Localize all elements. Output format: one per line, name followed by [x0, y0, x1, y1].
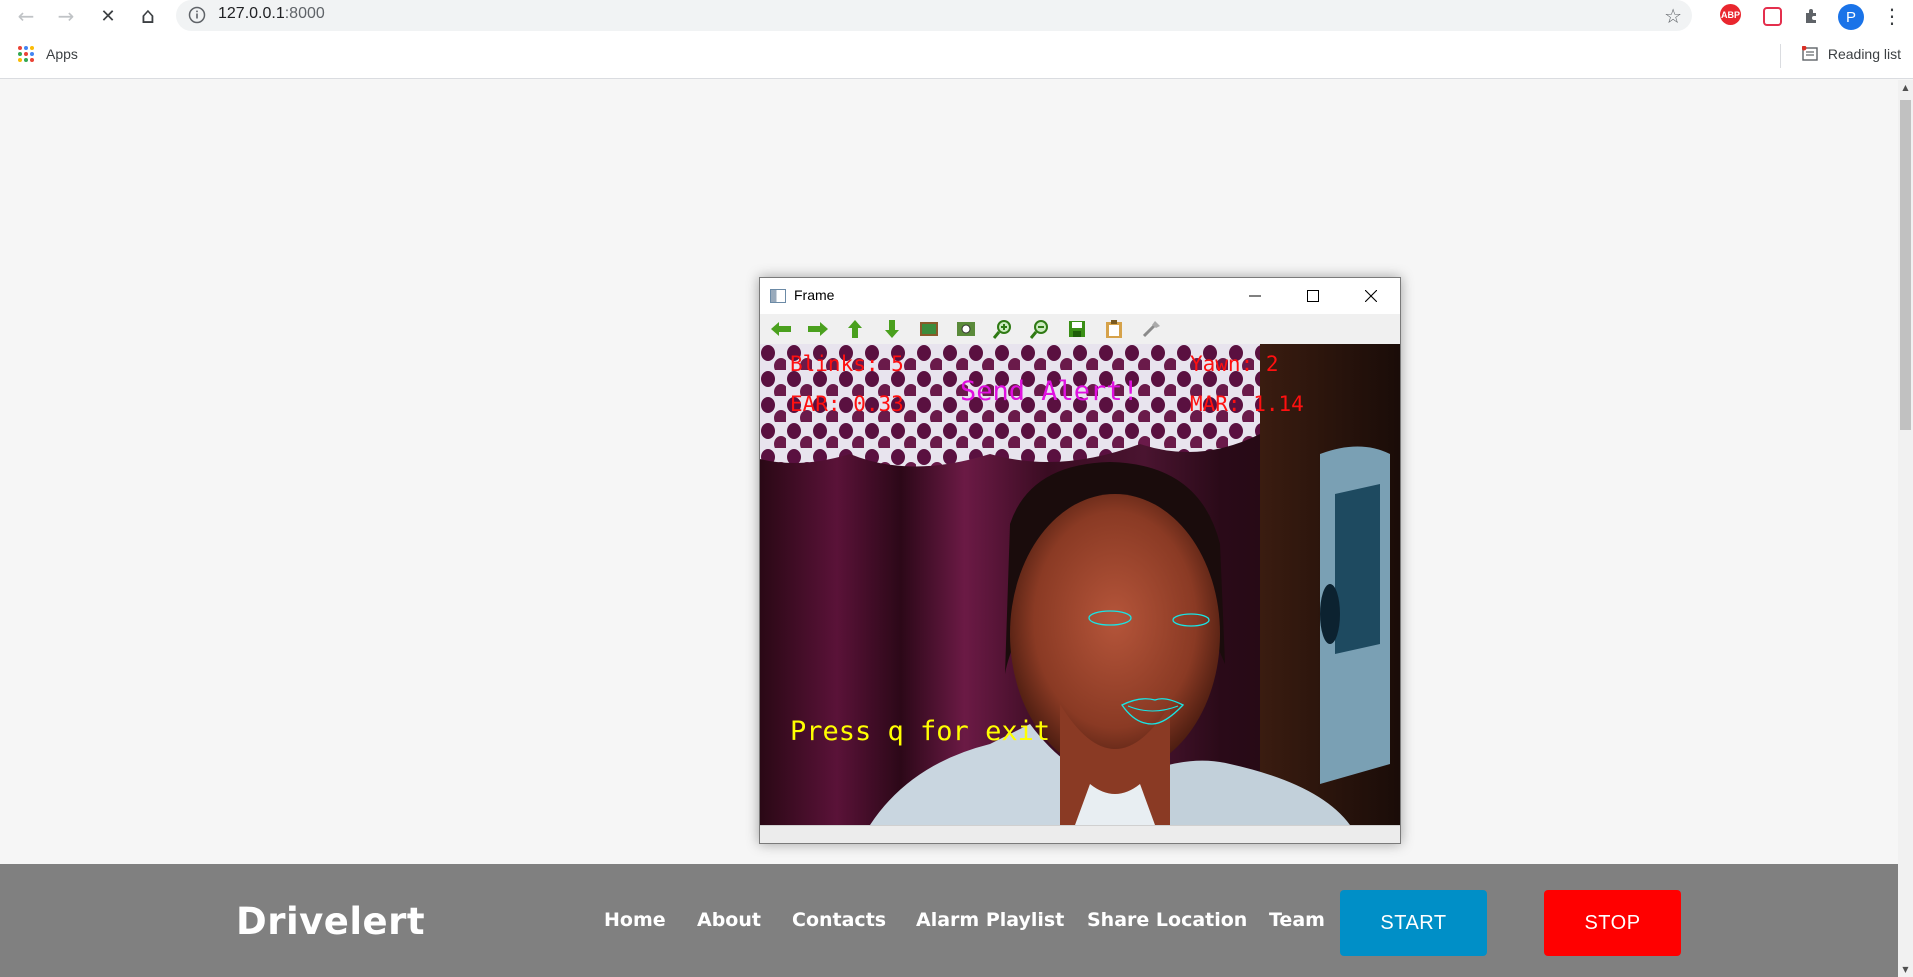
info-icon[interactable]	[188, 6, 206, 24]
nav-about[interactable]: About	[697, 909, 761, 931]
zoom-fit-icon[interactable]	[916, 317, 942, 341]
yawn-counter: Yawn: 2	[1190, 352, 1279, 376]
ear-value: EAR: 0.33	[790, 392, 904, 416]
site-navbar: Drivelert Home About Contacts Alarm Play…	[0, 864, 1898, 977]
apps-grid-icon	[18, 46, 34, 62]
forward-icon[interactable]: →	[52, 3, 80, 29]
scroll-down-icon[interactable]: ▼	[1898, 962, 1913, 977]
copy-to-clipboard-icon[interactable]	[1101, 317, 1127, 341]
reading-list-label: Reading list	[1827, 46, 1901, 62]
apps-label: Apps	[46, 46, 78, 62]
home-icon[interactable]: ⌂	[134, 3, 162, 29]
bookmarks-bar: Apps Reading list	[0, 40, 1913, 72]
puzzle-icon[interactable]	[1800, 4, 1824, 28]
frame-toolbar	[760, 314, 1400, 344]
pan-left-icon[interactable]	[768, 317, 794, 341]
maximize-button[interactable]	[1284, 278, 1342, 314]
scrollbar-thumb[interactable]	[1900, 100, 1911, 430]
browser-chrome: ← → ✕ ⌂ 127.0.0.1:8000 ☆ ABP P ⋮ Apps Re…	[0, 0, 1913, 79]
minimize-icon	[1249, 295, 1261, 297]
nav-alarm-playlist[interactable]: Alarm Playlist	[916, 909, 1064, 931]
pan-up-icon[interactable]	[842, 317, 868, 341]
nav-team[interactable]: Team	[1269, 909, 1325, 931]
pan-right-icon[interactable]	[805, 317, 831, 341]
reading-list-button[interactable]: Reading list	[1801, 46, 1901, 62]
url-port: :8000	[284, 5, 325, 22]
url-host: 127.0.0.1	[218, 5, 285, 22]
frame-titlebar[interactable]: Frame	[760, 278, 1400, 314]
properties-brush-icon[interactable]	[1138, 317, 1164, 341]
mar-value: MAR: 1.14	[1190, 392, 1304, 416]
site-brand[interactable]: Drivelert	[236, 900, 425, 943]
stop-loading-icon[interactable]: ✕	[94, 3, 122, 29]
minimize-button[interactable]	[1226, 278, 1284, 314]
zoom-in-icon[interactable]	[990, 317, 1016, 341]
window-app-icon	[770, 289, 786, 303]
nav-home[interactable]: Home	[604, 909, 666, 931]
frame-title: Frame	[794, 287, 835, 303]
browser-menu-icon[interactable]: ⋮	[1878, 3, 1906, 29]
start-button[interactable]: START	[1340, 890, 1487, 956]
scroll-up-icon[interactable]: ▲	[1898, 80, 1913, 95]
close-button[interactable]	[1342, 278, 1400, 314]
reading-list-icon	[1801, 46, 1818, 61]
back-icon[interactable]: ←	[12, 3, 40, 29]
pocket-icon[interactable]	[1760, 4, 1784, 28]
frame-statusbar	[760, 825, 1400, 843]
pan-down-icon[interactable]	[879, 317, 905, 341]
close-icon	[1365, 290, 1377, 302]
browser-toolbar: ← → ✕ ⌂ 127.0.0.1:8000 ☆ ABP P ⋮	[0, 0, 1913, 31]
zoom-pixel-icon[interactable]	[953, 317, 979, 341]
webcam-video-feed: Blinks: 5 EAR: 0.33 Send Alert! Yawn: 2 …	[760, 344, 1400, 825]
frame-window: Frame Blinks: 5 EAR: 0.33 Send Alert! Ya…	[759, 277, 1401, 844]
stop-button[interactable]: STOP	[1544, 890, 1681, 956]
page-scrollbar[interactable]: ▲ ▼	[1898, 80, 1913, 977]
nav-share-location[interactable]: Share Location	[1087, 909, 1247, 931]
apps-bookmark[interactable]: Apps	[18, 46, 78, 62]
webcam-image	[760, 344, 1400, 825]
send-alert-text: Send Alert!	[960, 376, 1139, 407]
bookmark-star-icon[interactable]: ☆	[1664, 4, 1682, 28]
address-bar[interactable]: 127.0.0.1:8000 ☆	[176, 0, 1692, 31]
bookmarks-divider	[1780, 44, 1781, 68]
maximize-icon	[1307, 290, 1319, 302]
blinks-counter: Blinks: 5	[790, 352, 904, 376]
adblock-plus-icon[interactable]: ABP	[1720, 4, 1741, 25]
profile-avatar[interactable]: P	[1838, 4, 1864, 30]
nav-contacts[interactable]: Contacts	[792, 909, 886, 931]
zoom-out-icon[interactable]	[1027, 317, 1053, 341]
url-text[interactable]: 127.0.0.1:8000	[218, 5, 325, 23]
save-icon[interactable]	[1064, 317, 1090, 341]
exit-hint: Press q for exit	[790, 716, 1051, 747]
